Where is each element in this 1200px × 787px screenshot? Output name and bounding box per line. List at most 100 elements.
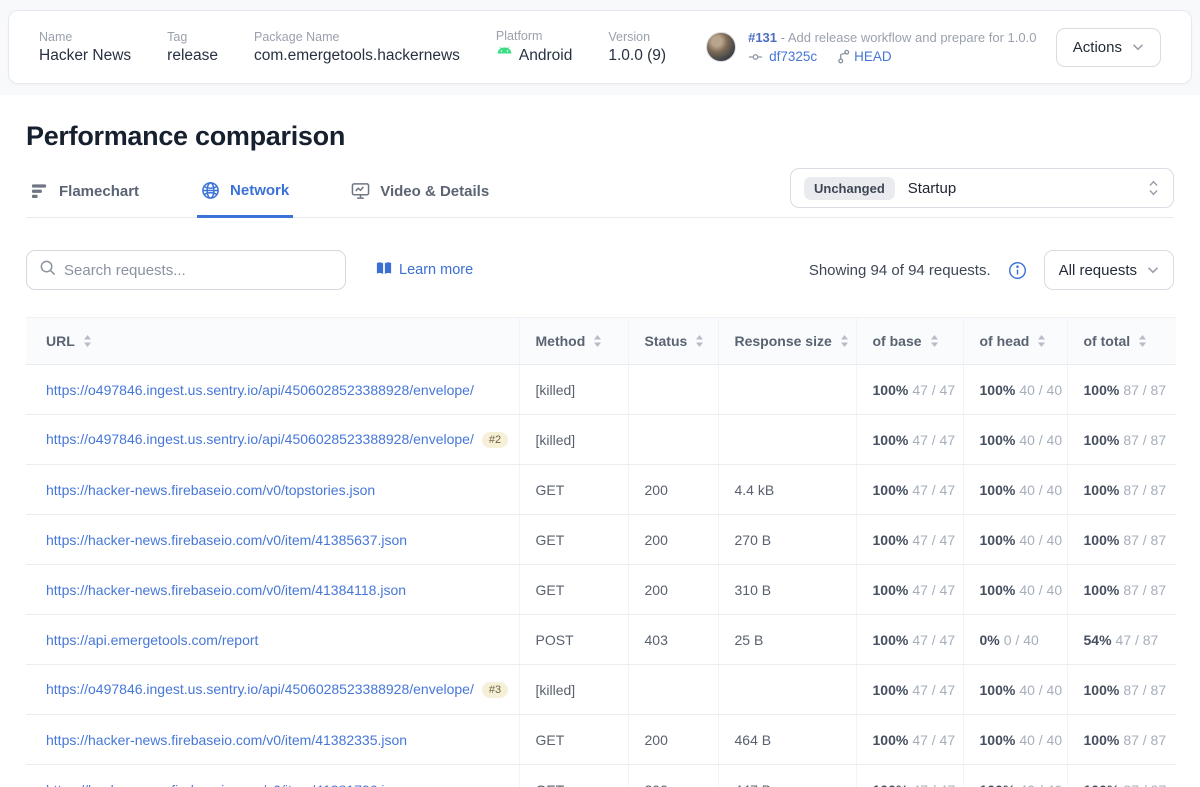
table-row[interactable]: https://hacker-news.firebaseio.com/v0/it… [26, 515, 1176, 565]
cell-method: [killed] [519, 665, 628, 715]
table-row[interactable]: https://hacker-news.firebaseio.com/v0/it… [26, 715, 1176, 765]
cell-of-head-percent: 100% [980, 482, 1016, 498]
table-row[interactable]: https://hacker-news.firebaseio.com/v0/it… [26, 765, 1176, 787]
column-header-of-total[interactable]: of total [1067, 318, 1176, 365]
field-platform-value: Android [496, 46, 572, 66]
cell-of-total: 100%87 / 87 [1067, 715, 1176, 765]
cell-of-total: 54%47 / 87 [1067, 615, 1176, 665]
url-link[interactable]: https://hacker-news.firebaseio.com/v0/to… [46, 482, 375, 498]
cell-of-base: 100%47 / 47 [856, 765, 963, 787]
url-link[interactable]: https://hacker-news.firebaseio.com/v0/it… [46, 732, 407, 748]
cell-of-head-percent: 100% [980, 682, 1016, 698]
column-header-response-size[interactable]: Response size [718, 318, 856, 365]
url-link[interactable]: https://hacker-news.firebaseio.com/v0/it… [46, 532, 407, 548]
info-icon[interactable] [1008, 261, 1027, 280]
cell-of-head-fraction: 40 / 40 [1019, 732, 1062, 748]
search-input[interactable] [64, 262, 333, 279]
cell-of-head-percent: 100% [980, 732, 1016, 748]
tab-network[interactable]: Network [197, 171, 293, 218]
android-icon [496, 46, 513, 66]
cell-of-total-percent: 100% [1084, 382, 1120, 398]
cell-of-base: 100%47 / 47 [856, 515, 963, 565]
cell-url: https://hacker-news.firebaseio.com/v0/to… [26, 465, 519, 515]
cell-status: 403 [628, 615, 718, 665]
table-row[interactable]: https://o497846.ingest.us.sentry.io/api/… [26, 365, 1176, 415]
book-icon [376, 261, 392, 280]
cell-of-base-fraction: 47 / 47 [912, 682, 955, 698]
commit-hash-link[interactable]: df7325c [769, 49, 817, 64]
cell-of-head: 100%40 / 40 [963, 365, 1067, 415]
cell-url: https://api.emergetools.com/report [26, 615, 519, 665]
url-link[interactable]: https://o497846.ingest.us.sentry.io/api/… [46, 681, 474, 697]
cell-status: 200 [628, 565, 718, 615]
cell-of-base-fraction: 47 / 47 [912, 532, 955, 548]
table-row[interactable]: https://hacker-news.firebaseio.com/v0/to… [26, 465, 1176, 515]
cell-of-base-fraction: 47 / 47 [912, 432, 955, 448]
cell-method: GET [519, 565, 628, 615]
cell-method: POST [519, 615, 628, 665]
column-header-status[interactable]: Status [628, 318, 718, 365]
url-link[interactable]: https://o497846.ingest.us.sentry.io/api/… [46, 382, 474, 398]
tab-video-details[interactable]: Video & Details [347, 172, 493, 218]
cell-of-base-percent: 100% [873, 632, 909, 648]
url-link[interactable]: https://api.emergetools.com/report [46, 632, 258, 648]
sort-icon [593, 335, 602, 347]
column-header-of-base[interactable]: of base [856, 318, 963, 365]
tab-flamechart[interactable]: Flamechart [26, 173, 143, 218]
cell-of-base-percent: 100% [873, 532, 909, 548]
branch-link[interactable]: HEAD [854, 49, 892, 64]
column-header-url[interactable]: URL [26, 318, 519, 365]
branch-group: HEAD [837, 49, 892, 64]
column-header-status-label: Status [645, 333, 688, 349]
actions-button-label: Actions [1073, 39, 1122, 56]
cell-method: [killed] [519, 415, 628, 465]
actions-button[interactable]: Actions [1056, 28, 1161, 67]
url-link[interactable]: https://o497846.ingest.us.sentry.io/api/… [46, 431, 474, 447]
column-header-url-label: URL [46, 333, 75, 349]
cell-of-head: 100%40 / 40 [963, 415, 1067, 465]
search-box[interactable] [26, 250, 346, 290]
table-row[interactable]: https://o497846.ingest.us.sentry.io/api/… [26, 415, 1176, 465]
cell-of-head-fraction: 40 / 40 [1019, 782, 1062, 787]
cell-of-head-fraction: 40 / 40 [1019, 682, 1062, 698]
cell-of-total-percent: 100% [1084, 432, 1120, 448]
cell-of-total-percent: 54% [1084, 632, 1112, 648]
table-row[interactable]: https://api.emergetools.com/report POST40… [26, 615, 1176, 665]
cell-of-total: 100%87 / 87 [1067, 665, 1176, 715]
search-icon [39, 259, 56, 281]
cell-of-base: 100%47 / 47 [856, 565, 963, 615]
url-link[interactable]: https://hacker-news.firebaseio.com/v0/it… [46, 582, 406, 598]
url-link[interactable]: https://hacker-news.firebaseio.com/v0/it… [46, 782, 407, 787]
cell-of-total-percent: 100% [1084, 682, 1120, 698]
cell-of-total: 100%87 / 87 [1067, 765, 1176, 787]
table-row[interactable]: https://o497846.ingest.us.sentry.io/api/… [26, 665, 1176, 715]
table-row[interactable]: https://hacker-news.firebaseio.com/v0/it… [26, 565, 1176, 615]
cell-response-size [718, 665, 856, 715]
pr-number-link[interactable]: #131 [748, 30, 777, 45]
select-updown-icon [1147, 179, 1160, 197]
cell-of-head: 100%40 / 40 [963, 565, 1067, 615]
comparison-mode-select[interactable]: Unchanged Startup [790, 168, 1174, 208]
request-filter-dropdown[interactable]: All requests [1044, 250, 1174, 290]
cell-of-total: 100%87 / 87 [1067, 365, 1176, 415]
request-filter-label: All requests [1059, 262, 1137, 279]
cell-response-size [718, 365, 856, 415]
cell-of-base: 100%47 / 47 [856, 665, 963, 715]
flamechart-icon [30, 183, 49, 200]
column-header-of-head[interactable]: of head [963, 318, 1067, 365]
cell-of-total-fraction: 87 / 87 [1123, 482, 1166, 498]
cell-of-total-percent: 100% [1084, 532, 1120, 548]
table-header: URL Method Status Response size of base … [26, 318, 1176, 365]
learn-more-link[interactable]: Learn more [376, 261, 473, 280]
git-line: df7325c HEAD [748, 49, 1036, 64]
cell-of-head-percent: 0% [980, 632, 1000, 648]
cell-of-base-percent: 100% [873, 732, 909, 748]
tab-bar: Flamechart Network Video & Details [26, 168, 1174, 218]
video-details-icon [351, 182, 370, 200]
column-header-method[interactable]: Method [519, 318, 628, 365]
build-meta: #131 - Add release workflow and prepare … [706, 30, 1036, 64]
cell-of-base: 100%47 / 47 [856, 365, 963, 415]
cell-of-total-fraction: 87 / 87 [1123, 782, 1166, 787]
sort-icon [695, 335, 704, 347]
field-platform: Platform Android [496, 29, 572, 66]
